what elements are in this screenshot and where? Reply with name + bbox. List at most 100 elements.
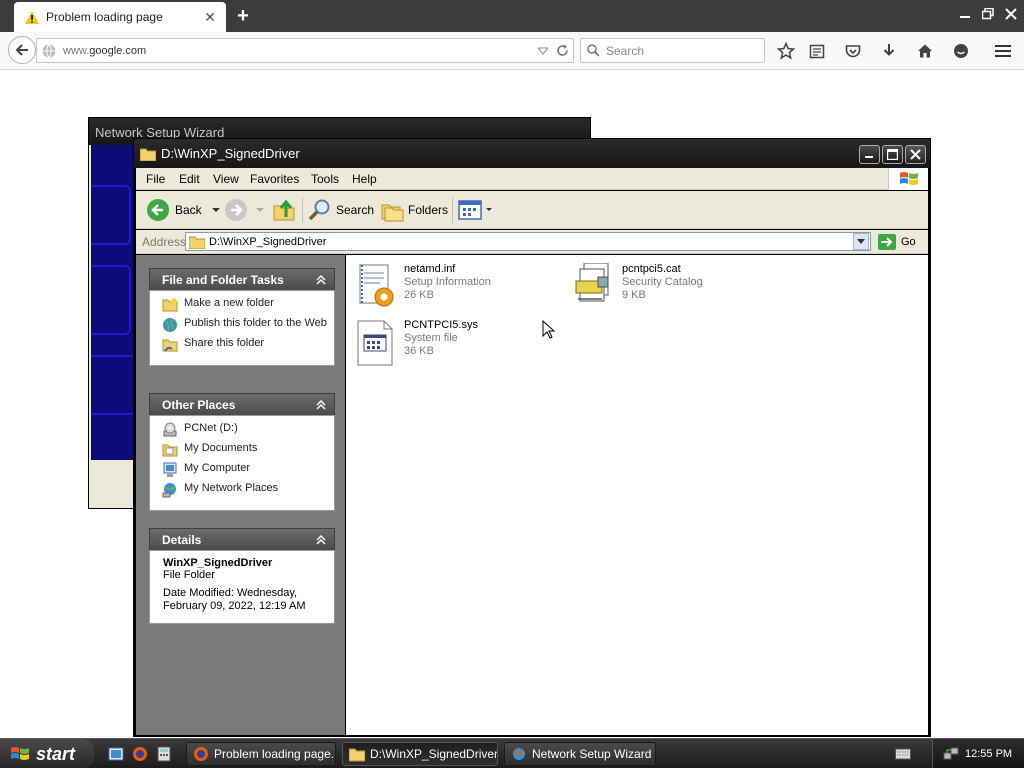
browser-nav-bar: www.google.com Search [0, 32, 1024, 70]
bookmark-star-icon[interactable] [776, 41, 796, 61]
publish-folder-link[interactable]: Publish this folder to the Web [162, 317, 328, 333]
folders-button[interactable]: Folders [380, 197, 448, 223]
panel-header[interactable]: File and Folder Tasks [149, 268, 335, 290]
browser-minimize-button[interactable] [955, 6, 975, 22]
share-folder-link[interactable]: Share this folder [162, 337, 328, 353]
up-folder-icon [273, 199, 295, 221]
task-pane: File and Folder Tasks Make a new folder … [136, 255, 345, 735]
new-folder-icon [162, 298, 178, 312]
search-icon [587, 44, 600, 57]
panel-header[interactable]: Other Places [149, 393, 335, 415]
start-button[interactable]: start [0, 739, 94, 768]
collapse-chevron-icon[interactable] [314, 398, 328, 412]
menu-view[interactable]: View [213, 172, 239, 186]
system-file-icon [357, 320, 393, 366]
taskbar-task-wizard[interactable]: Network Setup Wizard [504, 742, 656, 766]
browser-tab[interactable]: Problem loading page ✕ [14, 2, 226, 32]
new-tab-button[interactable]: + [233, 6, 253, 26]
views-button[interactable] [458, 197, 492, 223]
file-folder-tasks-panel: File and Folder Tasks Make a new folder … [149, 268, 335, 366]
address-dropdown-button[interactable] [853, 233, 869, 250]
details-name: WinXP_SignedDriver [163, 557, 273, 569]
views-icon [458, 200, 482, 220]
taskbar: start Problem loading page... D:\WinXP_S… [0, 738, 1024, 768]
setup-info-icon [359, 264, 394, 307]
browser-tab-bar: Problem loading page ✕ + [0, 0, 1024, 32]
menu-favorites[interactable]: Favorites [250, 172, 299, 186]
details-modified: Date Modified: Wednesday, [163, 587, 298, 599]
menu-bar: File Edit View Favorites Tools Help [136, 168, 928, 190]
quick-launch-firefox-icon[interactable] [132, 746, 148, 762]
windows-logo-icon [11, 747, 29, 760]
keyboard-icon[interactable] [895, 748, 911, 760]
details-modified-date: February 09, 2022, 12:19 AM [163, 600, 306, 612]
file-item[interactable]: PCNTPCI5.sys System file 36 KB [354, 319, 478, 367]
explorer-title: D:\WinXP_SignedDriver [161, 146, 300, 161]
back-arrow-icon [147, 199, 169, 221]
reading-list-icon[interactable] [807, 41, 827, 61]
menu-file[interactable]: File [146, 172, 165, 186]
hamburger-menu-icon[interactable] [993, 41, 1013, 61]
mouse-cursor-icon [542, 320, 556, 339]
collapse-chevron-icon[interactable] [314, 273, 328, 287]
minimize-button[interactable] [859, 145, 880, 164]
collapse-chevron-icon[interactable] [314, 533, 328, 547]
clock[interactable]: 12:55 PM [965, 748, 1012, 760]
menu-help[interactable]: Help [352, 172, 377, 186]
share-folder-icon [162, 339, 178, 352]
file-item[interactable]: netamd.inf Setup Information 26 KB [354, 263, 491, 311]
browser-tab-title: Problem loading page [46, 10, 163, 24]
globe-icon [42, 43, 56, 58]
folder-icon [349, 748, 365, 762]
pcnet-drive-link[interactable]: PCNet (D:) [162, 422, 328, 438]
menu-edit[interactable]: Edit [179, 172, 200, 186]
close-button[interactable] [905, 145, 926, 164]
panel-header[interactable]: Details [149, 528, 335, 550]
cd-drive-icon [163, 422, 177, 437]
address-input[interactable]: D:\WinXP_SignedDriver [185, 232, 871, 251]
reload-icon[interactable] [551, 44, 573, 57]
other-places-panel: Other Places PCNet (D:) My Documents My … [149, 393, 335, 511]
taskbar-task-explorer[interactable]: D:\WinXP_SignedDriver [342, 742, 498, 766]
chat-icon[interactable] [951, 41, 971, 61]
folders-icon [381, 204, 404, 222]
folder-icon [189, 236, 205, 249]
forward-arrow-icon [225, 199, 247, 221]
up-folder-button[interactable] [272, 197, 296, 223]
search-button[interactable]: Search [308, 197, 374, 223]
back-nav-button[interactable]: Back [146, 197, 220, 223]
file-item[interactable]: pcntpci5.cat Security Catalog 9 KB [572, 263, 703, 311]
forward-nav-button[interactable] [224, 197, 264, 223]
url-text: www.google.com [63, 44, 147, 57]
download-icon[interactable] [879, 41, 899, 61]
chevron-down-icon [211, 207, 220, 212]
my-computer-link[interactable]: My Computer [162, 462, 328, 478]
search-input[interactable]: Search [580, 38, 765, 63]
search-magnifier-icon [308, 199, 330, 221]
url-dropdown-icon[interactable] [535, 47, 551, 55]
back-button[interactable] [8, 36, 36, 64]
browser-restore-button[interactable] [978, 6, 998, 22]
network-connection-icon[interactable] [943, 746, 959, 762]
quick-launch-calculator-icon[interactable] [156, 746, 172, 762]
chevron-down-icon [486, 208, 492, 211]
explorer-toolbar: Back Search Folders [136, 191, 928, 229]
details-type: File Folder [163, 569, 215, 581]
url-bar[interactable]: www.google.com [36, 38, 574, 63]
menu-tools[interactable]: Tools [311, 172, 339, 186]
taskbar-task-firefox[interactable]: Problem loading page... [186, 742, 336, 766]
system-tray: 12:55 PM [932, 739, 1024, 768]
home-icon[interactable] [915, 41, 935, 61]
quick-launch-explorer-icon[interactable] [108, 746, 124, 762]
explorer-title-bar[interactable]: D:\WinXP_SignedDriver [134, 139, 930, 168]
maximize-button[interactable] [882, 145, 903, 164]
go-button[interactable]: Go [878, 233, 916, 251]
close-tab-icon[interactable]: ✕ [202, 9, 218, 25]
address-bar: Address D:\WinXP_SignedDriver Go [136, 230, 928, 254]
my-documents-link[interactable]: My Documents [162, 442, 328, 458]
browser-close-button[interactable] [1001, 6, 1021, 22]
make-new-folder-link[interactable]: Make a new folder [162, 297, 328, 313]
my-network-places-link[interactable]: My Network Places [162, 482, 328, 498]
pocket-icon[interactable] [843, 41, 863, 61]
firefox-icon [194, 747, 208, 761]
